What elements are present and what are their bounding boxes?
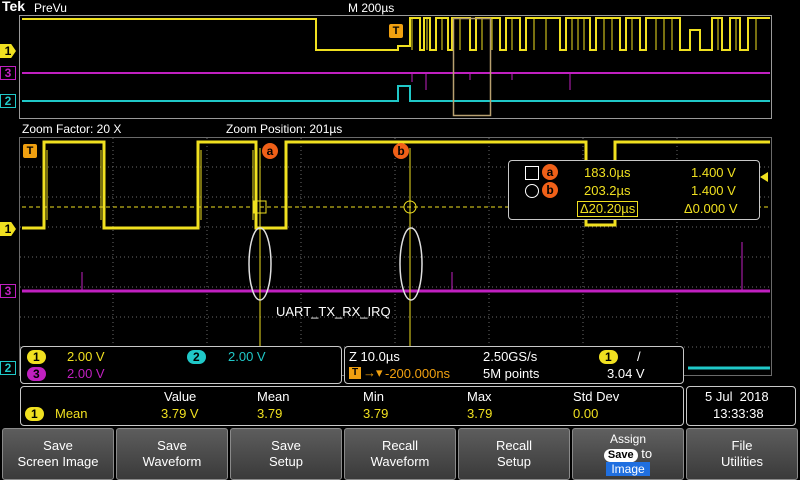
meas-header-stddev: Std Dev [573,389,620,404]
cursor-a-time: 183.0µs [584,165,631,180]
ch2-scale: 2.00 V [228,349,266,364]
ch1-detail [46,150,254,220]
save-chip: Save [603,449,638,462]
ch3-marker[interactable]: 3 [0,284,16,298]
waveform-annotation: UART_TX_RX_IRQ [276,304,391,319]
recall-setup-button[interactable]: Recall Setup [458,428,570,480]
overview-ch1-glitches [411,18,757,50]
cursor-b-time: 203.2µs [584,183,631,198]
overview-ch2-marker[interactable]: 2 [0,94,16,108]
assign-save-button[interactable]: Assign Save to Image [572,428,684,480]
ch3-spikes [81,242,743,291]
channel-scale-panel[interactable]: 1 2.00 V 2 2.00 V 3 2.00 V [20,346,342,384]
file-utilities-button[interactable]: File Utilities [686,428,798,480]
menu-label: Utilities [721,454,763,469]
meas-header-min: Min [363,389,384,404]
menu-label: Save [43,438,73,453]
readout-a-badge: a [542,164,558,180]
meas-header-value: Value [164,389,197,404]
overview-ch3-marker[interactable]: 3 [0,66,16,80]
time-readout: 13:33:38 [713,406,764,421]
menu-label: Assign [609,432,647,446]
sample-rate: 2.50GS/s [483,349,538,364]
menu-label: Recall [381,438,419,453]
cursor-delta-voltage: Δ0.000 V [684,201,738,216]
ch2-marker[interactable]: 2 [0,361,16,375]
square-cursor-icon [525,166,539,180]
meas-value: 3.79 V [161,406,199,421]
date-readout: 5 Jul 2018 [705,389,769,404]
meas-name: Mean [55,406,88,421]
meas-mean: 3.79 [257,406,283,421]
cursor-delta-time: Δ20.20µs [577,201,639,217]
cursor-b-voltage: 1.400 V [691,183,736,198]
datetime-panel: 5 Jul 2018 13:33:38 [686,386,796,426]
menu-label: File [731,438,753,453]
horizontal-scale: Z 10.0µs [349,349,400,364]
zoom-factor-label: Zoom Factor: 20 X [22,122,122,136]
save-waveform-button[interactable]: Save Waveform [116,428,228,480]
edge-highlight-b [399,227,423,301]
ch3-scale-badge[interactable]: 3 [27,367,46,381]
menu-label: Save [157,438,187,453]
menu-label: Screen Image [17,454,99,469]
meas-min: 3.79 [363,406,389,421]
meas-channel-badge[interactable]: 1 [25,407,44,421]
trigger-level: 3.04 V [607,366,645,381]
overview-trigger-marker: T [389,24,403,38]
acquisition-panel[interactable]: Z 10.0µs 2.50GS/s T →▾ -200.000ns 5M poi… [344,346,684,384]
trigger-position-icon: T [349,367,361,379]
meas-header-max: Max [467,389,492,404]
ch3-scale: 2.00 V [67,366,105,381]
save-screen-image-button[interactable]: Save Screen Image [2,428,114,480]
trigger-position-arrow-icon: →▾ [363,365,383,380]
menu-label: Setup [269,454,303,469]
menu-label: Setup [497,454,531,469]
menu-label: Save [271,438,301,453]
ch2-scale-badge[interactable]: 2 [187,350,206,364]
save-setup-button[interactable]: Save Setup [230,428,342,480]
cursor-a-badge[interactable]: a [262,143,278,159]
cursor-b-badge[interactable]: b [393,143,409,159]
image-option: Image [606,462,650,476]
zoom-position-label: Zoom Position: 201µs [226,122,343,136]
menu-label: Recall [495,438,533,453]
recall-waveform-button[interactable]: Recall Waveform [344,428,456,480]
ch1-scale-badge[interactable]: 1 [27,350,46,364]
meas-header-mean: Mean [257,389,290,404]
trigger-slope-icon: / [637,349,641,364]
cursor-readout-arrow [760,172,768,182]
record-length: 5M points [483,366,540,381]
measurement-panel[interactable]: Value Mean Min Max Std Dev 1 Mean 3.79 V… [20,386,684,426]
meas-max: 3.79 [467,406,493,421]
menu-label: to [641,446,653,461]
meas-stddev: 0.00 [573,406,599,421]
menu-label: Waveform [142,454,202,469]
ch1-scale: 2.00 V [67,349,105,364]
cursor-a-voltage: 1.400 V [691,165,736,180]
menu-label: Waveform [370,454,430,469]
circle-cursor-icon [525,184,539,198]
readout-b-badge: b [542,182,558,198]
trigger-position: -200.000ns [385,366,451,381]
overview-ch2-trace [22,85,770,102]
cursor-readout-panel: a 183.0µs 1.400 V b 203.2µs 1.400 V Δ20.… [508,160,760,220]
main-trigger-marker: T [23,144,37,158]
trigger-source-badge[interactable]: 1 [599,350,618,364]
